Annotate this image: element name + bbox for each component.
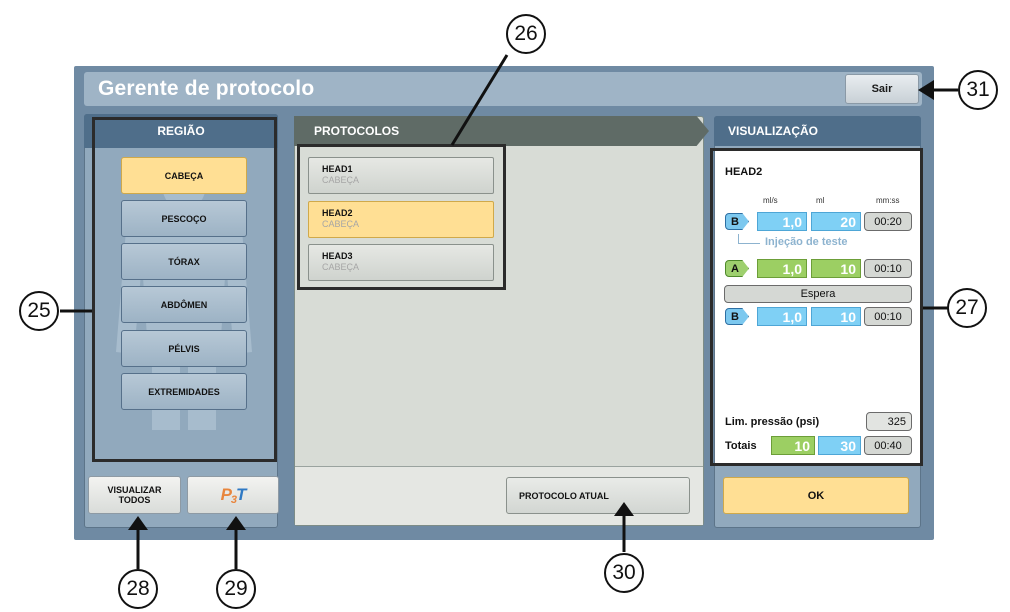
callout-30: 30 xyxy=(604,553,644,593)
callout-leaders xyxy=(60,54,958,569)
callout-27: 27 xyxy=(947,288,987,328)
callout-25: 25 xyxy=(19,291,59,331)
callout-26: 26 xyxy=(506,14,546,54)
callout-29: 29 xyxy=(216,569,256,609)
callout-31: 31 xyxy=(958,70,998,110)
callout-28: 28 xyxy=(118,569,158,609)
